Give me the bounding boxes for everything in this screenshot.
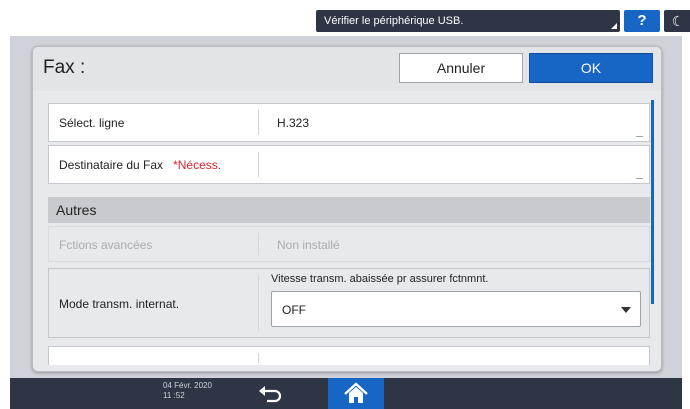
fax-recipient-label: Destinataire du Fax *Nécess. bbox=[59, 158, 221, 172]
night-mode-button[interactable]: ☾ bbox=[664, 10, 690, 32]
bottom-bar: 04 Févr. 2020 11 :52 bbox=[10, 378, 682, 409]
date-text: 04 Févr. 2020 bbox=[163, 381, 212, 390]
fax-recipient-label-text: Destinataire du Fax bbox=[59, 158, 164, 172]
advanced-functions-value: Non installé bbox=[277, 238, 340, 252]
row-corner-mark bbox=[636, 136, 643, 137]
row-divider bbox=[258, 110, 259, 135]
row-divider bbox=[258, 233, 259, 255]
home-button[interactable] bbox=[328, 378, 384, 409]
home-icon bbox=[344, 382, 368, 403]
row-corner-mark bbox=[636, 178, 643, 179]
international-mode-select[interactable]: OFF bbox=[271, 291, 641, 327]
fax-recipient-row[interactable]: Destinataire du Fax *Nécess. bbox=[48, 145, 650, 184]
advanced-functions-row: Fctions avancées Non installé bbox=[48, 226, 650, 262]
line-select-row[interactable]: Sélect. ligne H.323 bbox=[48, 103, 650, 142]
fax-dialog: Fax : Annuler OK Sélect. ligne H.323 Des… bbox=[32, 46, 662, 372]
international-mode-label: Mode transm. internat. bbox=[59, 297, 180, 311]
cancel-button[interactable]: Annuler bbox=[399, 53, 523, 83]
date-time-display: 04 Févr. 2020 11 :52 bbox=[163, 381, 212, 401]
expand-corner-icon bbox=[611, 23, 617, 29]
section-header-autres: Autres bbox=[48, 197, 650, 223]
list-scrollbar[interactable] bbox=[651, 100, 654, 304]
next-setting-row[interactable] bbox=[48, 346, 650, 365]
advanced-functions-label: Fctions avancées bbox=[59, 238, 153, 252]
help-button[interactable]: ? bbox=[624, 10, 660, 32]
row-divider bbox=[258, 353, 259, 363]
required-marker: *Nécess. bbox=[173, 158, 222, 172]
international-mode-caption: Vitesse transm. abaissée pr assurer fctn… bbox=[271, 273, 489, 285]
ok-button[interactable]: OK bbox=[529, 53, 653, 83]
line-select-label: Sélect. ligne bbox=[59, 116, 125, 130]
settings-list: Sélect. ligne H.323 Destinataire du Fax *… bbox=[48, 103, 650, 365]
dialog-header: Fax : Annuler OK bbox=[33, 47, 661, 91]
usb-status-text: Vérifier le périphérique USB. bbox=[324, 15, 464, 27]
usb-status-message[interactable]: Vérifier le périphérique USB. bbox=[316, 10, 620, 32]
dropdown-arrow-icon bbox=[621, 307, 631, 313]
row-divider bbox=[258, 275, 259, 331]
line-select-value: H.323 bbox=[277, 116, 310, 130]
top-status-bar: Vérifier le périphérique USB. ? ☾ bbox=[10, 6, 690, 36]
time-text: 11 :52 bbox=[163, 391, 185, 400]
dialog-title: Fax : bbox=[43, 57, 86, 78]
row-divider bbox=[258, 152, 259, 177]
select-value: OFF bbox=[282, 303, 306, 317]
back-button[interactable] bbox=[253, 380, 289, 407]
moon-icon: ☾ bbox=[671, 13, 685, 29]
back-arrow-icon bbox=[259, 386, 282, 403]
international-mode-row: Mode transm. internat. Vitesse transm. a… bbox=[48, 268, 650, 338]
